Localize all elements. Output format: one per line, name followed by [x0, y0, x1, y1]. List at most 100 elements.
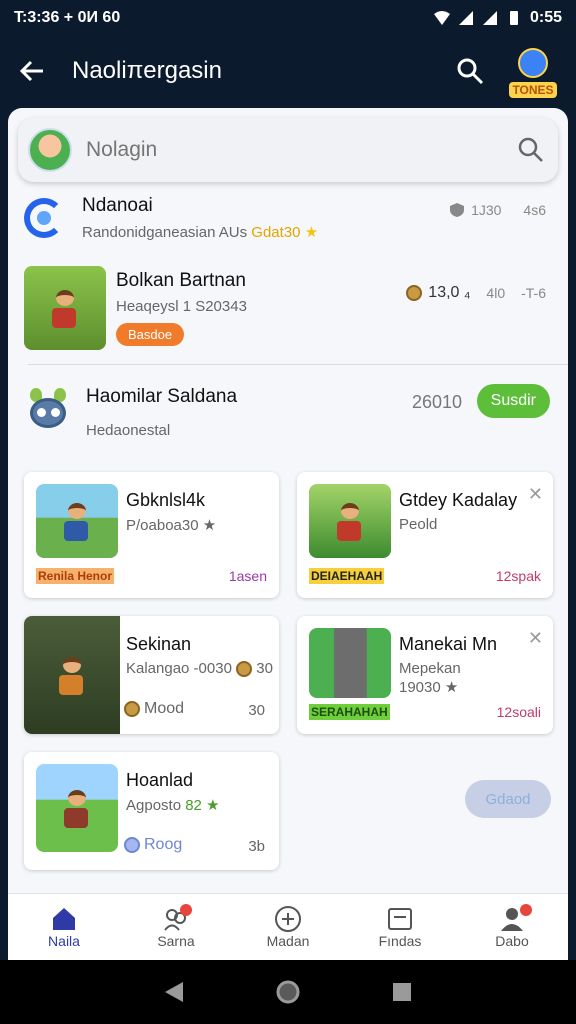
card-number: 3b [248, 838, 265, 855]
row-meta-a: 13,0 ₄ [428, 284, 471, 301]
game-card[interactable]: Manekai Mn Mepekan 19030 ★ ✕ SERAHAHAH 1… [297, 616, 553, 734]
card-subtitle-2: 19030 ★ [399, 679, 459, 696]
row-meta-b: 4s6 [523, 202, 546, 218]
card-number: 30 [248, 702, 265, 719]
page-title: Naoliπergasin [72, 57, 222, 84]
list-item[interactable]: Bolkan Bartnan Heaqeysl 1 S20343 Basdoe … [8, 266, 568, 350]
list-item[interactable]: Ndanoai Randonidganeasian AUs Gdat30 ★ 1… [8, 190, 568, 246]
inbox-icon [388, 908, 412, 930]
card-subtitle: Kalangao -0030 30 [126, 660, 273, 678]
row-meta-c: -T-6 [521, 285, 546, 301]
status-bar: T:3:36 + 0И 60 0:55 [0, 0, 576, 36]
game-thumbnail [309, 628, 391, 698]
status-left-text: T:3:36 + 0И 60 [14, 9, 121, 26]
card-meta: 12spak [495, 568, 541, 584]
card-subtitle-text: Kalangao -0030 [126, 660, 232, 677]
home-icon [53, 908, 75, 930]
header-search-button[interactable] [452, 53, 488, 89]
card-coin: Roog [124, 836, 182, 854]
bottom-navigation: Naila Sarna Madan Fındas Dabo [8, 893, 568, 960]
row-meta: 1J30 4s6 [449, 202, 546, 218]
notification-badge [180, 904, 192, 916]
arrow-left-icon [19, 60, 43, 82]
game-card[interactable]: Gtdey Kadalay Peold ✕ DEIAEHAAH 12spak [297, 472, 553, 598]
row-count: 26010 [411, 392, 462, 412]
card-subtitle: Agposto 82 ★ [126, 796, 220, 814]
card-coin-label: Roog [144, 836, 183, 853]
game-card[interactable]: Sekinan Kalangao -0030 30 Mood 30 [24, 616, 279, 734]
close-icon[interactable]: ✕ [528, 484, 543, 505]
row-title: Ndanoai [82, 195, 153, 216]
search-icon [518, 137, 543, 162]
divider [28, 364, 568, 365]
game-card[interactable]: Hoanlad Agposto 82 ★ Roog 3b [24, 752, 279, 870]
app-header: Naoliπergasin TONES [0, 36, 576, 106]
home-circle-icon[interactable] [275, 979, 301, 1005]
avatar-face [518, 48, 548, 78]
card-subtitle-num: 30 [256, 660, 273, 677]
row-highlight: Gdat30 [251, 224, 301, 241]
coin-icon [124, 837, 140, 853]
card-subtitle-num: 82 ★ [185, 797, 220, 814]
search-submit-button[interactable] [514, 133, 548, 167]
game-thumbnail [36, 484, 118, 558]
nav-item-add[interactable]: Madan [232, 894, 344, 960]
row-subtitle: Randonidganeasian AUs Gdat30 ★ [82, 223, 318, 241]
row-title: Haomilar Saldana [86, 385, 238, 407]
search-avatar [28, 128, 72, 172]
list-item[interactable]: Haomilar Saldana Hedaonestal 26010 Susdi… [8, 380, 568, 444]
card-title: Gbknlsl4k [126, 490, 206, 510]
wifi-icon [433, 11, 450, 25]
signal-icon [458, 11, 473, 25]
card-subtitle: P/oaboa30 ★ [126, 517, 217, 534]
app-logo-icon [24, 198, 64, 238]
search-input[interactable] [86, 138, 514, 162]
row-title: Bolkan Bartnan [116, 270, 246, 291]
card-title: Gtdey Kadalay [399, 490, 518, 510]
search-bar[interactable] [18, 118, 558, 182]
back-button[interactable] [16, 55, 48, 87]
nav-label: Naila [48, 933, 80, 949]
card-subtitle: Peold [399, 516, 438, 533]
nav-label: Sarna [157, 933, 195, 949]
nav-item-home[interactable]: Naila [8, 894, 120, 960]
card-coin-label: Mood [144, 700, 185, 717]
subscribe-button[interactable]: Susdir [476, 384, 550, 418]
card-title: Sekinan [126, 634, 192, 654]
nav-label: Fındas [378, 933, 422, 949]
card-meta: 12soali [496, 704, 541, 720]
nav-label: Madan [266, 933, 310, 949]
nav-label: Dabo [495, 933, 529, 949]
content-sheet: Ndanoai Randonidganeasian AUs Gdat30 ★ 1… [8, 108, 568, 960]
star-icon: ★ [304, 224, 319, 241]
card-tag: SERAHAHAH [309, 704, 390, 720]
avatar-tag: TONES [509, 82, 557, 98]
card-subtitle: Mepekan [399, 660, 461, 677]
nav-item-people[interactable]: Sarna [120, 894, 232, 960]
coin-icon [236, 661, 253, 678]
nav-item-inbox[interactable]: Fındas [344, 894, 456, 960]
signal-icon-2 [482, 11, 497, 25]
card-title: Hoanlad [126, 770, 194, 790]
status-icons: 0:55 [433, 9, 562, 27]
battery-icon [509, 11, 518, 25]
search-icon [457, 58, 484, 85]
card-coin: Mood [124, 700, 184, 718]
card-meta: 1asen [228, 568, 267, 584]
system-nav-bar [0, 960, 576, 1024]
nav-item-profile[interactable]: Dabo [456, 894, 568, 960]
floating-action-button[interactable]: Gdaod [465, 780, 551, 818]
plus-circle-icon [275, 906, 301, 932]
game-thumbnail [24, 616, 120, 734]
profile-avatar[interactable]: TONES [506, 44, 560, 98]
game-card[interactable]: Gbknlsl4k P/oaboa30 ★ Renila Henor 1asen [24, 472, 279, 598]
status-badge[interactable]: Basdoe [116, 323, 185, 346]
back-triangle-icon[interactable] [163, 980, 185, 1004]
recents-square-icon[interactable] [391, 981, 413, 1003]
close-icon[interactable]: ✕ [528, 628, 543, 649]
game-thumbnail [24, 266, 106, 350]
status-time: 0:55 [529, 9, 562, 26]
row-meta-a: 1J30 [471, 202, 502, 218]
row-subtitle: Heaqeysl 1 S20343 [116, 298, 247, 315]
row-meta: 13,0 ₄ 4l0 -T-6 [406, 284, 546, 302]
